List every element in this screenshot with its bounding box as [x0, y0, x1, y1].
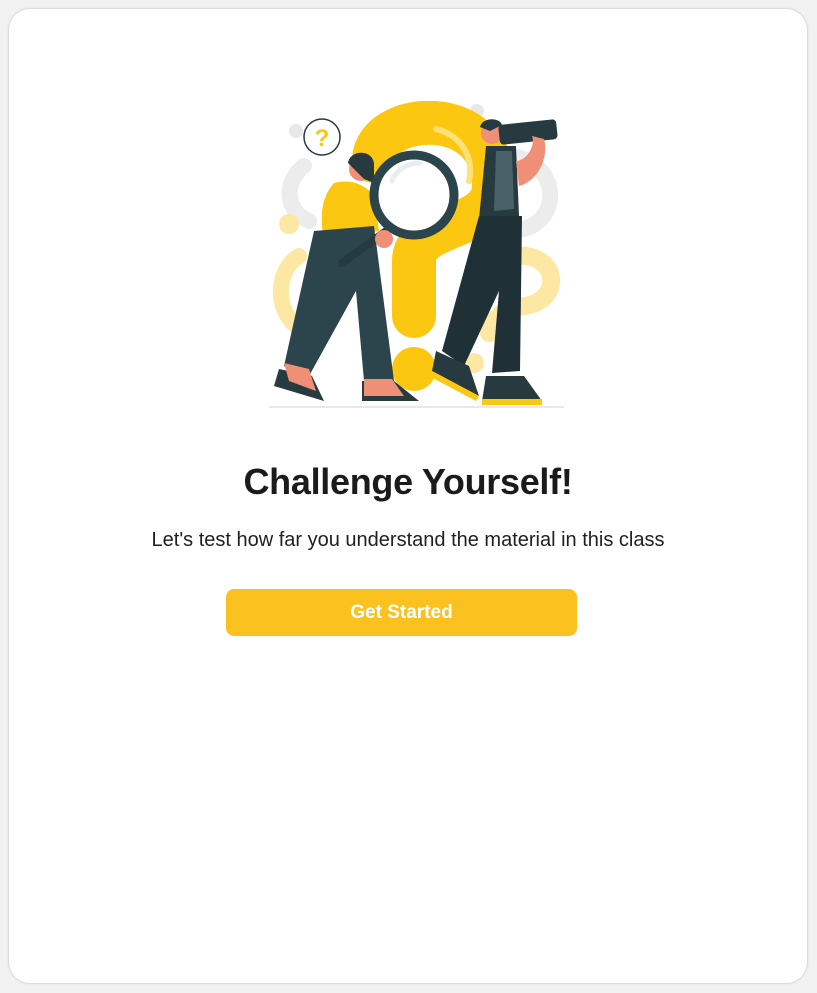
speech-bubble-question-mark: ?: [315, 125, 330, 152]
decor-grey-dot-icon: [289, 124, 303, 138]
magnifier-icon: [369, 150, 459, 240]
intro-card: ? Challenge Yourself! Let's test how far…: [8, 8, 808, 984]
challenge-illustration: ?: [269, 101, 564, 408]
decor-yellow-dot-icon: [279, 214, 299, 234]
page-title: Challenge Yourself!: [243, 461, 573, 502]
decor-grey-curve-icon: [281, 158, 317, 229]
get-started-button[interactable]: Get Started: [226, 589, 577, 636]
page-subtitle: Let's test how far you understand the ma…: [151, 529, 665, 551]
question-mark-dot-icon: [392, 347, 436, 391]
telescope-icon: [498, 119, 558, 145]
